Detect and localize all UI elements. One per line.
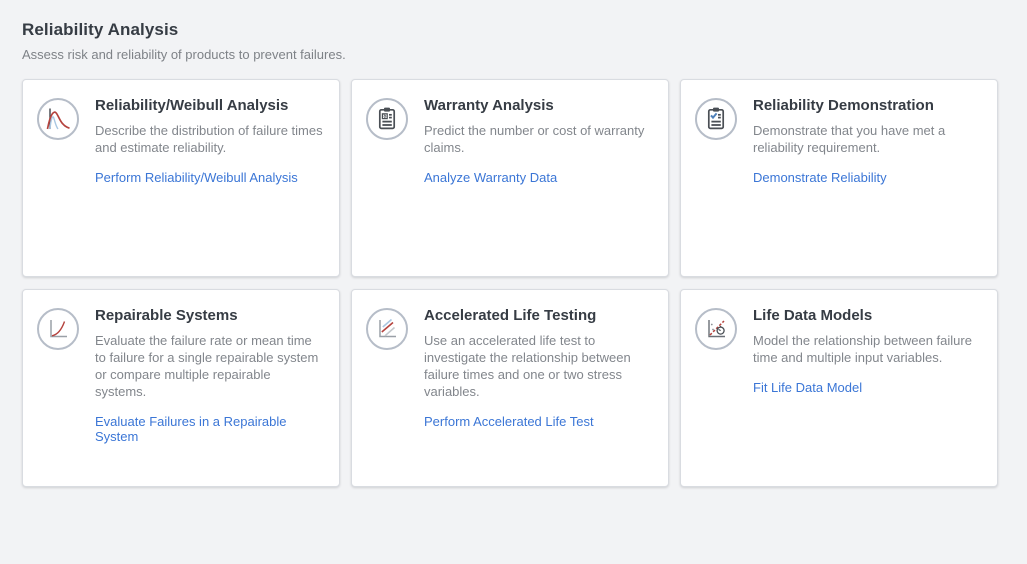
card-title: Warranty Analysis (424, 96, 654, 115)
card-description: Demonstrate that you have met a reliabil… (753, 122, 983, 156)
fit-life-data-model-link[interactable]: Fit Life Data Model (753, 380, 862, 395)
card-description: Model the relationship between failure t… (753, 332, 983, 366)
card-title: Accelerated Life Testing (424, 306, 654, 325)
card-title: Reliability/Weibull Analysis (95, 96, 325, 115)
perform-weibull-analysis-link[interactable]: Perform Reliability/Weibull Analysis (95, 170, 298, 185)
warranty-clipboard-icon: $ (366, 98, 408, 140)
card-title: Repairable Systems (95, 306, 325, 325)
page-header: Reliability Analysis Assess risk and rel… (22, 20, 1027, 62)
card-life-data-models: Life Data Models Model the relationship … (680, 289, 998, 487)
card-repairable-systems: Repairable Systems Evaluate the failure … (22, 289, 340, 487)
repairable-systems-chart-icon (37, 308, 79, 350)
demonstrate-reliability-link[interactable]: Demonstrate Reliability (753, 170, 887, 185)
evaluate-repairable-system-link[interactable]: Evaluate Failures in a Repairable System (95, 414, 325, 444)
card-reliability-demonstration: Reliability Demonstration Demonstrate th… (680, 79, 998, 277)
reliability-check-clipboard-icon (695, 98, 737, 140)
card-description: Predict the number or cost of warranty c… (424, 122, 654, 156)
card-warranty-analysis: $ Warranty Analysis Predict the number o… (351, 79, 669, 277)
analysis-card-grid: Reliability/Weibull Analysis Describe th… (22, 79, 1027, 487)
card-title: Life Data Models (753, 306, 983, 325)
card-accelerated-life-testing: Accelerated Life Testing Use an accelera… (351, 289, 669, 487)
perform-accelerated-life-test-link[interactable]: Perform Accelerated Life Test (424, 414, 594, 429)
card-description: Describe the distribution of failure tim… (95, 122, 325, 156)
card-title: Reliability Demonstration (753, 96, 983, 115)
life-data-models-chart-icon (695, 308, 737, 350)
svg-text:$: $ (383, 114, 386, 120)
analyze-warranty-data-link[interactable]: Analyze Warranty Data (424, 170, 557, 185)
card-description: Use an accelerated life test to investig… (424, 332, 654, 400)
card-reliability-weibull: Reliability/Weibull Analysis Describe th… (22, 79, 340, 277)
weibull-curve-icon (37, 98, 79, 140)
page-title: Reliability Analysis (22, 20, 1027, 40)
page-subtitle: Assess risk and reliability of products … (22, 47, 1027, 62)
card-description: Evaluate the failure rate or mean time t… (95, 332, 325, 400)
accelerated-life-chart-icon (366, 308, 408, 350)
